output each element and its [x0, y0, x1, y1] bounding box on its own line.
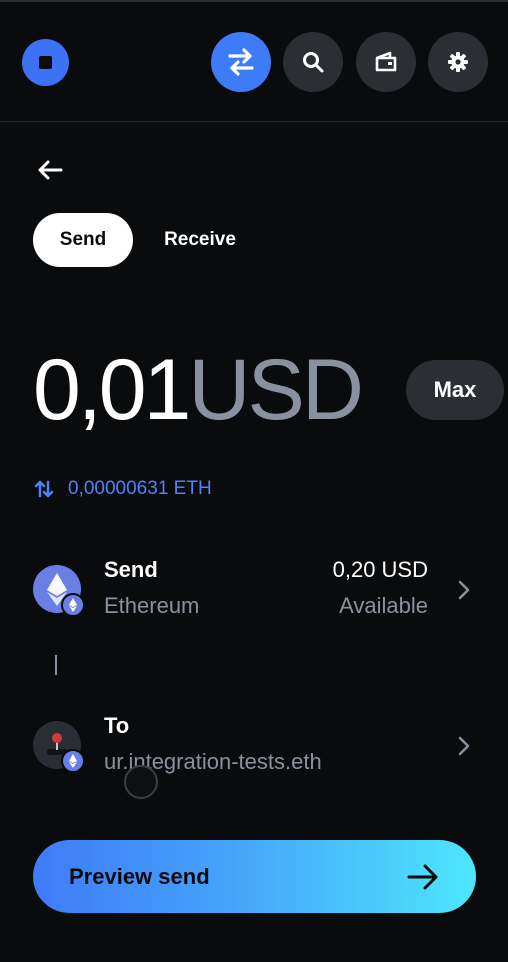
wallet-button[interactable]	[356, 32, 416, 92]
tab-send[interactable]: Send	[33, 213, 133, 267]
chevron-right-icon	[458, 580, 470, 600]
swap-icon	[228, 48, 254, 76]
search-button[interactable]	[283, 32, 343, 92]
swap-button[interactable]	[211, 32, 271, 92]
cursor-indicator	[124, 765, 158, 799]
ethereum-network-badge-icon	[61, 593, 85, 617]
amount-display[interactable]: 0,01 USD	[33, 340, 364, 440]
send-row-title: Send	[104, 557, 158, 582]
row-connector-line	[55, 655, 57, 675]
wallet-icon	[375, 51, 397, 72]
preview-send-button[interactable]: Preview send	[33, 840, 476, 913]
send-row-balance-label: Available	[339, 593, 428, 618]
send-asset-row[interactable]: Send Ethereum 0,20 USD Available	[0, 545, 508, 635]
amount-value: 0,01	[33, 342, 191, 438]
app-logo[interactable]	[22, 39, 69, 86]
recipient-row-title: To	[104, 713, 130, 738]
gear-icon	[448, 52, 468, 72]
conversion-toggle[interactable]: 0,00000631 ETH	[34, 476, 212, 502]
arrow-right-icon	[407, 864, 438, 890]
logo-square-icon	[39, 56, 52, 69]
tab-receive[interactable]: Receive	[150, 213, 250, 267]
ethereum-network-badge-icon	[61, 749, 85, 773]
settings-button[interactable]	[428, 32, 488, 92]
header	[0, 2, 508, 122]
swap-vertical-icon	[34, 480, 54, 498]
recipient-row[interactable]: To ur.integration-tests.eth	[0, 701, 508, 791]
preview-send-label: Preview send	[69, 863, 210, 889]
search-icon	[303, 52, 324, 73]
conversion-value: 0,00000631 ETH	[68, 478, 212, 499]
amount-currency: USD	[188, 342, 364, 438]
back-arrow-icon[interactable]	[36, 158, 64, 182]
chevron-right-icon	[458, 736, 470, 756]
max-button[interactable]: Max	[406, 360, 504, 420]
send-row-asset: Ethereum	[104, 593, 200, 618]
send-row-balance: 0,20 USD	[332, 557, 428, 582]
